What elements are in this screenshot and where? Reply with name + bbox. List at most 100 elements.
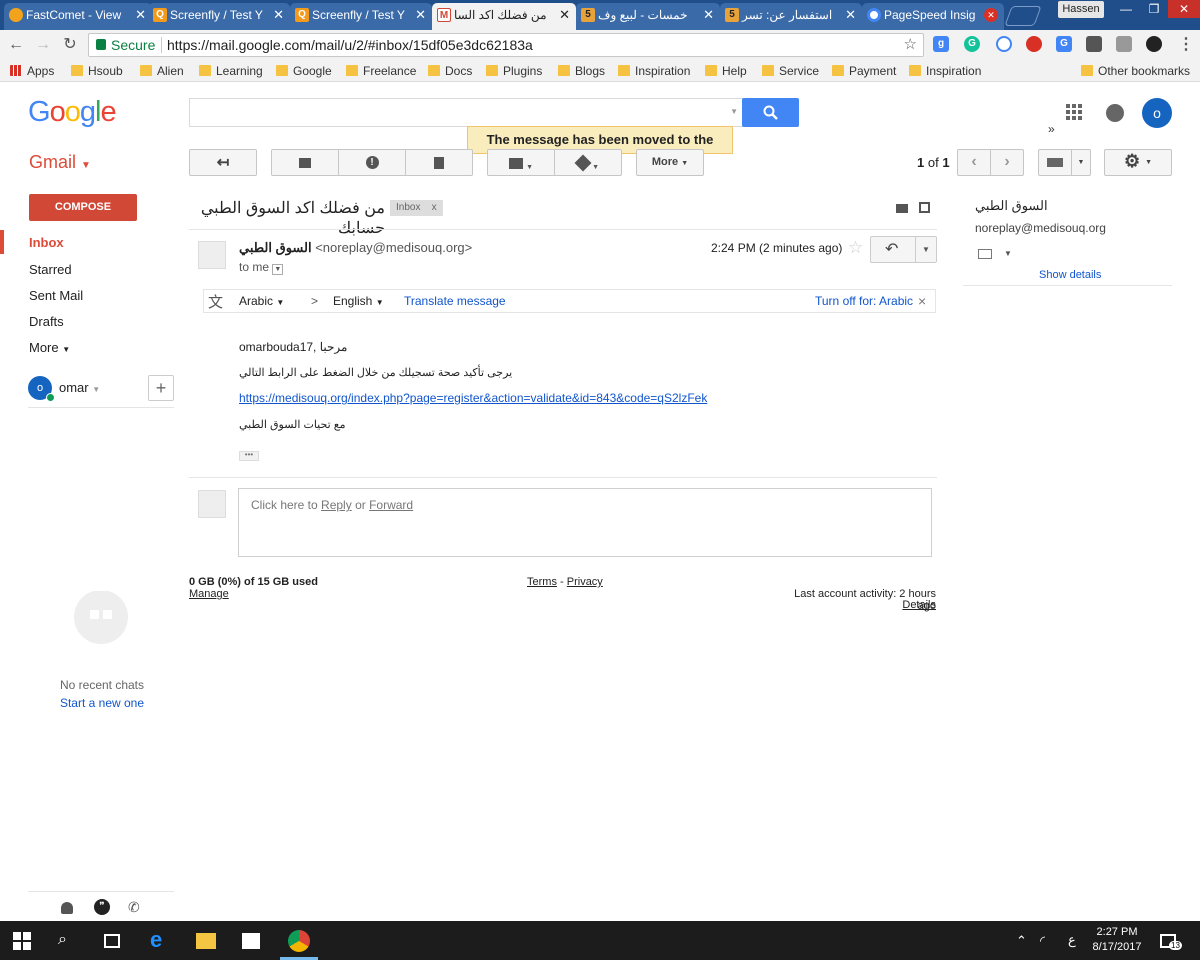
- show-trimmed-content-button[interactable]: •••: [239, 451, 259, 461]
- source-language-select[interactable]: Arabic ▼: [239, 294, 284, 308]
- report-spam-button[interactable]: !: [338, 149, 406, 176]
- close-icon[interactable]: ✕: [703, 3, 714, 27]
- bookmark-folder[interactable]: Google: [276, 62, 332, 80]
- newer-button[interactable]: ‹: [957, 149, 991, 176]
- email-icon[interactable]: [978, 249, 992, 259]
- bookmark-folder[interactable]: Alien: [140, 62, 184, 80]
- terms-link[interactable]: Terms: [527, 576, 557, 588]
- address-bar[interactable]: Secure https://mail.google.com/mail/u/2/…: [88, 33, 924, 57]
- delete-button[interactable]: [405, 149, 473, 176]
- back-to-inbox-button[interactable]: ↤: [189, 149, 257, 176]
- windows-start-icon[interactable]: [12, 931, 32, 951]
- bookmark-folder[interactable]: Plugins: [486, 62, 542, 80]
- labels-button[interactable]: ▼: [554, 149, 622, 176]
- close-icon[interactable]: ✕: [135, 3, 146, 27]
- input-tools-dropdown[interactable]: ▼: [1071, 149, 1091, 176]
- close-icon[interactable]: ✕: [415, 3, 426, 27]
- timer-ext-icon[interactable]: [996, 36, 1012, 52]
- bookmark-folder[interactable]: Payment: [832, 62, 896, 80]
- bookmark-folder[interactable]: Hsoub: [71, 62, 123, 80]
- action-center-icon[interactable]: 13: [1160, 934, 1182, 950]
- validation-link[interactable]: https://medisouq.org/index.php?page=regi…: [239, 391, 707, 405]
- reply-link[interactable]: Reply: [321, 498, 352, 512]
- chevron-down-icon[interactable]: ▼: [1004, 249, 1012, 258]
- target-language-select[interactable]: English ▼: [333, 294, 384, 308]
- print-icon[interactable]: [896, 204, 908, 213]
- forward-icon[interactable]: →: [33, 35, 53, 55]
- close-icon[interactable]: ✕: [273, 3, 284, 27]
- archive-button[interactable]: [271, 149, 339, 176]
- input-language[interactable]: ع: [1068, 932, 1088, 952]
- new-window-icon[interactable]: [919, 202, 930, 213]
- tab-khamsat-2[interactable]: 5 استفسار عن: تسر ✕: [720, 3, 862, 30]
- menu-icon[interactable]: ⋮: [1176, 35, 1196, 55]
- bookmark-folder[interactable]: Inspiration: [909, 62, 981, 80]
- network-icon[interactable]: ◜: [1040, 933, 1060, 953]
- restore-button[interactable]: ❐: [1140, 0, 1168, 18]
- recipient-details[interactable]: to me ▼: [239, 260, 284, 275]
- bookmarks-overflow[interactable]: »: [1048, 122, 1055, 136]
- older-button[interactable]: ›: [990, 149, 1024, 176]
- bookmark-apps[interactable]: Apps: [10, 62, 54, 80]
- bookmark-folder[interactable]: Docs: [428, 62, 472, 80]
- google-ext-icon[interactable]: g: [933, 36, 949, 52]
- more-button[interactable]: More ▼: [636, 149, 704, 176]
- profile-button[interactable]: Hassen: [1058, 1, 1104, 18]
- close-icon[interactable]: ✕: [984, 8, 998, 22]
- activity-details-link[interactable]: Details: [880, 599, 936, 611]
- privacy-link[interactable]: Privacy: [567, 576, 603, 588]
- bookmark-folder[interactable]: Learning: [199, 62, 263, 80]
- search-options-icon[interactable]: ▼: [730, 107, 738, 116]
- reply-box[interactable]: Click here to Reply or Forward: [238, 488, 932, 557]
- gmail-menu[interactable]: Gmail ▼: [29, 152, 91, 173]
- start-new-chat-link[interactable]: Start a new one: [29, 696, 175, 710]
- extension-icon[interactable]: [1116, 36, 1132, 52]
- bookmark-folder[interactable]: Help: [705, 62, 747, 80]
- tab-gmail[interactable]: M من فضلك اكد السا ✕: [432, 3, 576, 30]
- move-to-button[interactable]: ▼: [487, 149, 555, 176]
- sender[interactable]: السوق الطبي <noreplay@medisouq.org>: [239, 240, 472, 256]
- nav-drafts[interactable]: Drafts: [29, 314, 64, 329]
- star-icon[interactable]: ☆: [848, 238, 863, 258]
- bookmark-folder[interactable]: Service: [762, 62, 819, 80]
- show-details-link[interactable]: Show details: [1039, 269, 1101, 281]
- apps-grid-icon[interactable]: [1066, 104, 1082, 120]
- tab-fastcomet[interactable]: FastComet - View ✕: [4, 3, 152, 30]
- new-conversation-button[interactable]: +: [148, 375, 174, 401]
- close-icon[interactable]: ✕: [845, 3, 856, 27]
- tab-pagespeed[interactable]: PageSpeed Insig ✕: [862, 3, 1004, 30]
- nav-inbox[interactable]: Inbox: [29, 235, 64, 250]
- remove-label-icon[interactable]: x: [432, 202, 437, 213]
- contacts-icon[interactable]: [61, 902, 73, 914]
- screenshot-ext-icon[interactable]: [1086, 36, 1102, 52]
- translate-message-link[interactable]: Translate message: [404, 294, 506, 308]
- search-input[interactable]: ▼: [189, 98, 745, 127]
- tab-khamsat-1[interactable]: 5 خمسات - لبيع وف ✕: [576, 3, 720, 30]
- file-explorer-icon[interactable]: [196, 933, 216, 949]
- tab-screenfly-2[interactable]: Q Screenfly / Test Y ✕: [290, 3, 432, 30]
- nav-starred[interactable]: Starred: [29, 262, 72, 277]
- phone-icon[interactable]: ✆: [128, 899, 140, 916]
- close-icon[interactable]: ✕: [559, 3, 570, 27]
- reload-icon[interactable]: ↻: [60, 35, 80, 55]
- other-bookmarks[interactable]: Other bookmarks: [1081, 62, 1190, 80]
- hangouts-user[interactable]: omar ▼: [59, 380, 100, 395]
- nav-sent-mail[interactable]: Sent Mail: [29, 288, 83, 303]
- compose-button[interactable]: COMPOSE: [29, 194, 137, 221]
- reply-button[interactable]: ↶: [870, 236, 916, 263]
- manage-storage-link[interactable]: Manage: [189, 588, 229, 600]
- grammarly-icon[interactable]: G: [964, 36, 980, 52]
- reply-more-dropdown[interactable]: ▼: [915, 236, 937, 263]
- tab-screenfly-1[interactable]: Q Screenfly / Test Y ✕: [148, 3, 290, 30]
- notifications-icon[interactable]: [1106, 104, 1124, 122]
- forward-link[interactable]: Forward: [369, 498, 413, 512]
- new-tab-button[interactable]: [1004, 6, 1042, 26]
- translate-ext-icon[interactable]: G: [1056, 36, 1072, 52]
- store-icon[interactable]: [242, 933, 260, 949]
- panda-ext-icon[interactable]: [1146, 36, 1162, 52]
- account-avatar[interactable]: o: [1142, 98, 1172, 128]
- edge-icon[interactable]: e: [150, 927, 170, 952]
- task-view-icon[interactable]: [104, 934, 120, 948]
- extension-icon[interactable]: [1026, 36, 1042, 52]
- minimize-button[interactable]: —: [1112, 0, 1140, 18]
